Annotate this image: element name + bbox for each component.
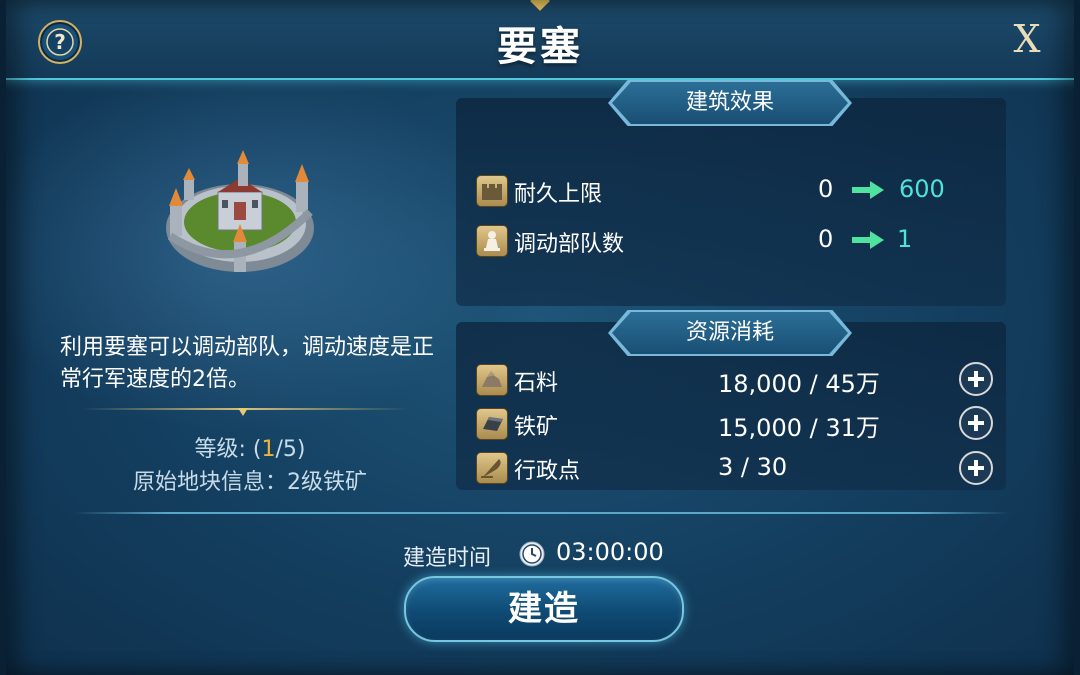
fortress-build-panel: 要塞 ? X 利用要塞可以调动部队，调动速度是正常行军速度的2倍。 等级: (1… [0,0,1080,675]
close-button[interactable]: X [1004,16,1050,62]
level-prefix: 等级: ( [194,437,262,462]
build-time-value: 03:00:00 [556,538,664,566]
arrow-right-icon [852,231,884,249]
build-button[interactable]: 建造 [404,576,684,642]
help-button[interactable]: ? [38,20,82,64]
cost-label-admin: 行政点 [514,459,581,484]
plus-icon [968,460,984,476]
plus-icon [968,371,984,387]
cost-label-stone: 石料 [514,371,559,396]
effect-label-durability: 耐久上限 [514,182,603,207]
plus-icon [968,415,984,431]
cost-amount-stone: 18,000 / 45万 [718,370,880,398]
effect-to-troops: 1 [897,225,913,253]
cost-label-iron: 铁矿 [514,415,559,440]
divider [74,512,1010,514]
iron-icon [476,408,508,440]
pawn-icon [476,225,508,257]
divider-ornament [238,408,248,416]
cost-amount-admin: 3 / 30 [718,453,788,481]
clock-icon [519,541,545,567]
effect-from-durability: 0 [818,175,834,203]
panel-header: 要塞 ? X [0,0,1080,80]
building-effects-title: 建筑效果 [612,82,848,124]
level-current: 1 [261,437,276,462]
header-ornament [530,0,550,11]
fortress-description: 利用要塞可以调动部队，调动速度是正常行军速度的2倍。 [60,335,435,392]
effect-to-durability: 600 [899,175,945,203]
level-text: 等级: (1/5) [60,431,440,463]
origin-value: 2级铁矿 [287,470,367,495]
cost-amount-iron: 15,000 / 31万 [718,414,880,442]
page-title: 要塞 [497,24,583,70]
question-icon: ? [46,28,74,56]
origin-label: 原始地块信息： [132,470,287,495]
effect-from-troops: 0 [818,225,834,253]
fortress-icon [166,150,314,272]
wall-icon [476,175,508,207]
quill-icon [476,452,508,484]
add-admin-button[interactable] [959,451,993,485]
add-stone-button[interactable] [959,362,993,396]
level-suffix: /5) [275,437,306,462]
build-time-label: 建造时间 [403,546,492,571]
origin-tile-info: 原始地块信息：2级铁矿 [60,464,440,496]
add-iron-button[interactable] [959,406,993,440]
svg-text:?: ? [54,30,66,54]
arrow-right-icon [852,181,884,199]
effect-label-troops: 调动部队数 [514,232,625,257]
stone-icon [476,364,508,396]
resource-cost-title: 资源消耗 [612,312,848,354]
